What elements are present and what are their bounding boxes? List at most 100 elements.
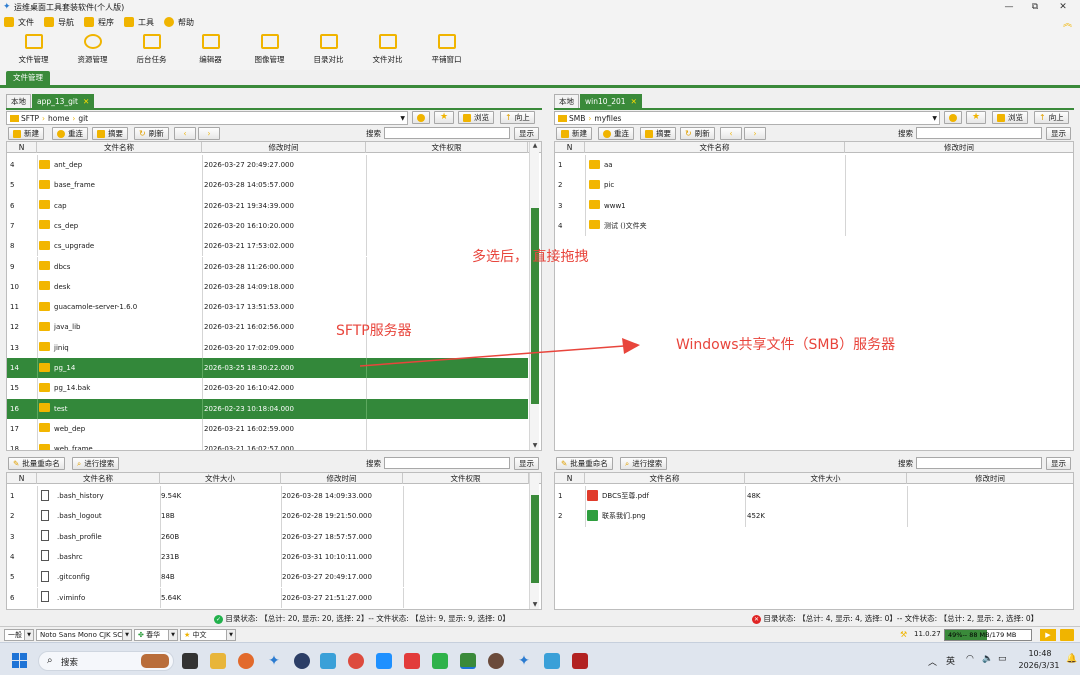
col-mtime[interactable]: 修改时间: [845, 142, 1073, 153]
table-row[interactable]: 1 .bash_history 9.54K 2026-03-28 14:09:33.0…: [7, 486, 528, 507]
up-button[interactable]: ↑ 向上: [500, 111, 535, 124]
right-tab-smb[interactable]: win10_201 ✕: [580, 94, 642, 108]
tray-expand-icon[interactable]: ︿: [928, 655, 937, 668]
col-perm[interactable]: 文件权限: [366, 142, 528, 153]
wifi-icon[interactable]: ◠: [966, 654, 974, 664]
nav-tab-file-manager[interactable]: 文件管理: [6, 71, 50, 85]
tool-tile-windows[interactable]: 平铺窗口: [417, 34, 476, 65]
table-row[interactable]: 15 pg_14.bak 2026-03-20 16:10:42.000: [7, 378, 528, 399]
back-button[interactable]: ‹: [720, 127, 742, 140]
table-row[interactable]: 14 pg_14 2026-03-25 18:30:22.000: [7, 358, 528, 379]
table-row[interactable]: 1 aa: [555, 155, 1073, 176]
col-n[interactable]: N: [7, 473, 37, 484]
active-app-icon[interactable]: [460, 653, 476, 669]
col-size[interactable]: 文件大小: [745, 473, 907, 484]
left-lower-vscroll[interactable]: ▼: [529, 473, 539, 609]
col-mtime[interactable]: 修改时间: [907, 473, 1073, 484]
table-row[interactable]: 6 cap 2026-03-21 19:34:39.000: [7, 195, 528, 216]
new-button[interactable]: 新建: [556, 127, 592, 140]
col-perm[interactable]: 文件权限: [403, 473, 529, 484]
summary-button[interactable]: 摘要: [640, 127, 676, 140]
notification-bell-icon[interactable]: 🔔: [1066, 654, 1077, 664]
battery-icon[interactable]: ▭: [998, 654, 1007, 664]
table-row[interactable]: 2 pic: [555, 175, 1073, 196]
path-dropdown-icon[interactable]: ▼: [932, 115, 937, 122]
close-tab-icon[interactable]: ✕: [83, 95, 89, 109]
collapse-ribbon-icon[interactable]: ︽: [1063, 16, 1072, 29]
col-name[interactable]: 文件名称: [37, 142, 202, 153]
browse-button[interactable]: 浏览: [458, 111, 494, 124]
start-icon[interactable]: [12, 653, 28, 669]
download-button[interactable]: [944, 111, 962, 124]
app-brown-icon[interactable]: [488, 653, 504, 669]
maximize-button[interactable]: ⧉: [1024, 0, 1046, 14]
left-path-bar[interactable]: SFTP › home › git ▼: [6, 111, 408, 125]
tool-dir-compare[interactable]: 目录对比: [299, 34, 358, 65]
lower-show-button[interactable]: 显示: [514, 457, 539, 470]
left-vscroll[interactable]: ▲ ▼: [529, 142, 539, 450]
left-search-input[interactable]: [384, 127, 510, 139]
table-row[interactable]: 2 联系我们.png 452K: [555, 506, 1073, 527]
lower-show-button[interactable]: 显示: [1046, 457, 1071, 470]
menu-tools[interactable]: 工具: [124, 17, 154, 28]
eclipse-icon[interactable]: [294, 653, 310, 669]
scroll-down-icon[interactable]: ▼: [530, 601, 540, 609]
app-shortcut-2-icon[interactable]: ✦: [516, 653, 532, 669]
close-tab-icon[interactable]: ✕: [631, 95, 637, 109]
left-lower-search-input[interactable]: [384, 457, 510, 469]
download-button[interactable]: [412, 111, 430, 124]
col-n[interactable]: N: [555, 142, 585, 153]
right-lower-search-input[interactable]: [916, 457, 1042, 469]
trash-icon[interactable]: [1060, 629, 1074, 641]
table-row[interactable]: 10 desk 2026-03-28 14:09:18.000: [7, 276, 528, 298]
reconnect-button[interactable]: 重连: [52, 127, 88, 140]
col-mtime[interactable]: 修改时间: [202, 142, 366, 153]
table-row[interactable]: 6 .viminfo 5.64K 2026-03-27 21:51:27.000: [7, 587, 528, 608]
table-row[interactable]: 3 www1: [555, 195, 1073, 216]
table-row[interactable]: 3 .bash_profile 260B 2026-03-27 18:57:57.00…: [7, 526, 528, 547]
tool-resource-manager[interactable]: 资源管理: [63, 34, 122, 65]
table-row[interactable]: 5 .gitconfig 84B 2026-03-27 20:49:17.000: [7, 567, 528, 588]
broom-icon[interactable]: ⚒: [900, 630, 907, 639]
table-row[interactable]: 9 dbcs 2026-03-28 11:26:00.000: [7, 256, 528, 277]
forward-button[interactable]: ›: [198, 127, 220, 140]
table-row[interactable]: 8 cs_upgrade 2026-03-21 17:53:02.000: [7, 236, 528, 257]
tool-file-compare[interactable]: 文件对比: [358, 34, 417, 65]
scroll-down-icon[interactable]: ▼: [530, 442, 540, 450]
table-row[interactable]: 17 web_dep 2026-03-21 16:02:59.000: [7, 418, 528, 440]
table-row[interactable]: 16 test 2026-02-23 10:18:04.000: [7, 398, 528, 419]
app-blue-2-icon[interactable]: [544, 653, 560, 669]
volume-icon[interactable]: 🔈: [982, 654, 993, 664]
clock-date[interactable]: 2026/3/31: [1014, 661, 1064, 670]
show-button[interactable]: 显示: [514, 127, 539, 140]
table-row[interactable]: 18 web_frame 2026-03-21 16:02:57.000: [7, 439, 528, 450]
show-button[interactable]: 显示: [1046, 127, 1071, 140]
up-button[interactable]: ↑ 向上: [1034, 111, 1069, 124]
new-button[interactable]: 新建: [8, 127, 44, 140]
app-blue-icon[interactable]: [320, 653, 336, 669]
theme-select[interactable]: ✤ 春华 ▼: [134, 629, 178, 641]
taskbar-search[interactable]: ⌕ 搜索: [38, 651, 174, 671]
table-row[interactable]: 4 ant_dep 2026-03-27 20:49:27.000: [7, 155, 528, 176]
minimize-button[interactable]: —: [998, 0, 1020, 14]
left-tab-sftp[interactable]: app_13_git ✕: [32, 94, 95, 109]
batch-rename-button[interactable]: ✎ 批量重命名: [556, 457, 613, 470]
scroll-thumb[interactable]: [531, 208, 539, 404]
mode-select[interactable]: 一般 ▼: [4, 629, 34, 641]
close-button[interactable]: ✕: [1052, 0, 1074, 14]
summary-button[interactable]: 摘要: [92, 127, 128, 140]
path-dropdown-icon[interactable]: ▼: [400, 115, 405, 122]
table-row[interactable]: 5 base_frame 2026-03-28 14:05:57.000: [7, 175, 528, 196]
wps-icon[interactable]: [404, 653, 420, 669]
firefox-icon[interactable]: [238, 653, 254, 669]
tool-file-manager[interactable]: 文件管理: [4, 34, 63, 65]
scroll-thumb[interactable]: [531, 495, 539, 583]
menu-help[interactable]: 帮助: [164, 17, 194, 28]
table-row[interactable]: 4 测试 ()文件夹: [555, 215, 1073, 237]
task-view-icon[interactable]: [182, 653, 198, 669]
file-explorer-icon[interactable]: [210, 653, 226, 669]
table-row[interactable]: 7 cs_dep 2026-03-20 16:10:20.000: [7, 215, 528, 237]
menu-navigate[interactable]: 导航: [44, 17, 74, 28]
tool-editor[interactable]: 编辑器: [181, 34, 240, 65]
col-name[interactable]: 文件名称: [585, 473, 745, 484]
